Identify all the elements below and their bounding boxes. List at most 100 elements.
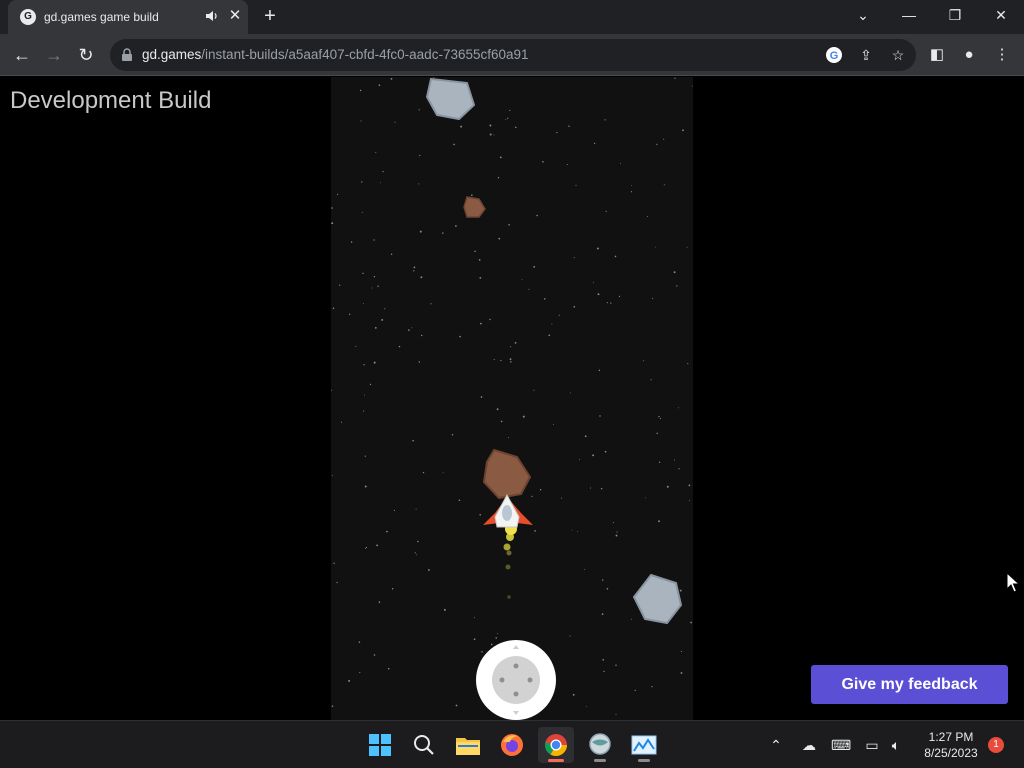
star [658,461,661,463]
star [478,259,481,261]
forward-button[interactable]: → [40,41,68,69]
profile-icon[interactable]: ● [959,45,979,65]
star [380,182,381,184]
star [363,364,365,366]
star [654,246,656,248]
notification-badge[interactable]: 1 [988,737,1004,753]
address-bar[interactable]: gd.games/instant-builds/a5aaf407-cbfd-4f… [110,39,916,71]
lock-icon[interactable] [120,48,134,62]
url-text[interactable]: gd.games/instant-builds/a5aaf407-cbfd-4f… [142,47,529,62]
star [682,129,684,132]
star [602,658,605,661]
star [652,297,654,300]
browser-tab[interactable]: G gd.games game build ✕ [8,0,248,34]
tab-search-icon[interactable]: ⌄ [840,0,886,30]
star [558,314,560,316]
star [573,257,575,259]
star [373,239,375,241]
side-panel-icon[interactable]: ◧ [927,45,947,65]
star [339,284,341,286]
minimize-button[interactable]: — [886,0,932,30]
google-icon[interactable]: G [824,45,844,65]
system-clock[interactable]: 1:27 PM 8/25/2023 [916,729,986,761]
virtual-joystick[interactable] [476,640,556,720]
star [689,500,691,502]
chrome-button[interactable] [538,727,574,763]
volume-icon[interactable]: 🔈︎ [886,735,906,755]
star [658,415,660,418]
star [480,322,482,325]
star [499,156,502,159]
globe-app-button[interactable] [582,727,618,763]
star [391,588,394,590]
chart-app-icon [631,735,657,755]
firefox-button[interactable] [494,727,530,763]
star [381,318,384,321]
star [566,163,568,166]
restore-button[interactable]: ❐ [932,0,978,30]
keyboard-icon[interactable]: ⌨ [831,735,851,755]
star [509,358,512,361]
star [390,253,393,255]
reload-button[interactable]: ↻ [72,41,100,69]
star [416,554,418,556]
star [539,489,542,491]
star [589,487,592,489]
onedrive-icon[interactable]: ☁ [799,735,819,755]
star [373,276,376,278]
joystick-up-dot [513,663,519,669]
star [471,194,473,196]
star [377,285,379,287]
star [365,546,368,549]
globe-app-indicator [594,759,606,762]
tab-close-icon[interactable]: ✕ [226,7,244,25]
star [414,552,416,554]
star [615,534,618,537]
star [510,346,512,348]
star [420,334,423,337]
star [615,713,617,715]
show-hidden-icons-icon[interactable]: ⌃ [766,735,786,755]
star [645,497,646,499]
star [495,637,497,639]
star [413,270,415,272]
star [551,323,553,325]
star [508,224,510,226]
new-tab-button[interactable]: + [258,6,282,28]
photos-app-button[interactable] [626,727,662,763]
firefox-icon [501,734,523,756]
star [534,530,536,532]
star [663,184,665,186]
star [571,529,573,531]
star [602,579,604,581]
star [676,285,678,287]
give-feedback-button[interactable]: Give my feedback [811,665,1008,704]
star [458,499,461,501]
menu-icon[interactable]: ⋮ [992,45,1012,65]
search-button[interactable] [406,727,442,763]
start-button[interactable] [362,727,398,763]
star [394,121,396,123]
star [552,423,554,425]
close-window-button[interactable]: ✕ [978,0,1024,30]
speaker-icon[interactable] [204,8,220,24]
star [658,520,660,523]
star [479,277,482,279]
game-canvas[interactable] [331,77,693,720]
star [680,650,683,653]
back-button[interactable]: ← [8,41,36,69]
star [359,89,362,92]
star [584,435,587,438]
star [411,327,413,329]
star [678,468,680,470]
network-icon[interactable]: ▭ [862,735,882,755]
star [577,531,579,533]
star [498,237,501,240]
star [616,531,618,533]
file-explorer-button[interactable] [450,727,486,763]
star-icon[interactable]: ☆ [888,45,908,65]
share-icon[interactable]: ⇪ [856,45,876,65]
photos-app-indicator [638,759,650,762]
star [460,125,463,128]
star [618,295,621,298]
